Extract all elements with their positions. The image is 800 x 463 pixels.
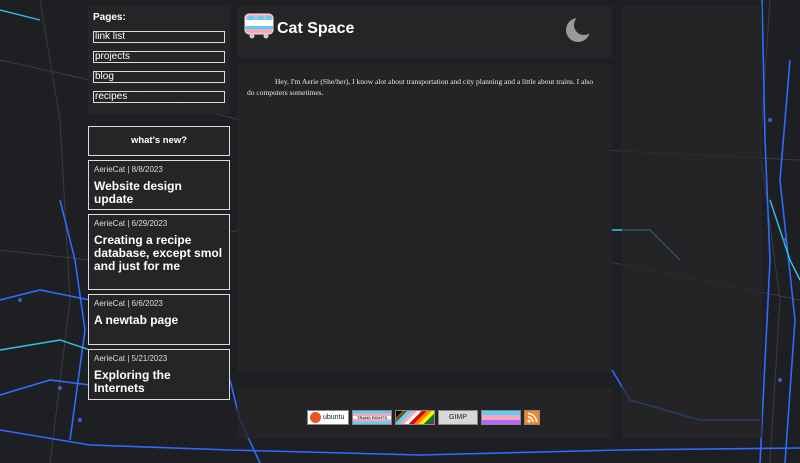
post-card[interactable]: AerieCat | 5/21/2023 Exploring the Inter…: [88, 349, 230, 400]
rss-icon[interactable]: [524, 410, 540, 425]
post-title[interactable]: Creating a recipe database, except smol …: [94, 234, 224, 273]
main-content: Cat Space Hey, I'm Aerie (She/her), I kn…: [237, 6, 612, 372]
post-meta: AerieCat | 6/6/2023: [94, 299, 163, 308]
post-meta: AerieCat | 8/8/2023: [94, 165, 163, 174]
nav-projects[interactable]: projects: [93, 51, 225, 63]
train-icon[interactable]: [243, 11, 275, 41]
badge-row: ubuntu TRANS RIGHTS NOW! GIMP: [307, 410, 540, 425]
post-title[interactable]: Website design update: [94, 180, 224, 206]
site-header: Cat Space: [237, 6, 612, 58]
site-footer: ubuntu TRANS RIGHTS NOW! GIMP: [237, 388, 612, 438]
rss-glyph: [527, 412, 537, 423]
post-meta: AerieCat | 6/29/2023: [94, 219, 168, 228]
intro-section: Hey, I'm Aerie (She/her), I know alot ab…: [237, 64, 612, 372]
pages-nav: Pages: link list projects blog recipes: [88, 6, 230, 114]
post-meta: AerieCat | 5/21/2023: [94, 354, 168, 363]
pride-badge[interactable]: [481, 410, 521, 425]
post-card[interactable]: AerieCat | 6/6/2023 A newtab page: [88, 294, 230, 345]
post-card[interactable]: AerieCat | 8/8/2023 Website design updat…: [88, 160, 230, 210]
post-card[interactable]: AerieCat | 6/29/2023 Creating a recipe d…: [88, 214, 230, 290]
post-title[interactable]: Exploring the Internets: [94, 369, 224, 395]
nav-recipes[interactable]: recipes: [93, 91, 225, 103]
ubuntu-badge-label: ubuntu: [323, 414, 345, 421]
site-title[interactable]: Cat Space: [277, 20, 354, 38]
pride-flag-badge[interactable]: [395, 410, 435, 425]
whats-new-heading: what's new?: [88, 126, 230, 156]
nav-blog[interactable]: blog: [93, 71, 225, 83]
ubuntu-badge[interactable]: ubuntu: [307, 410, 349, 425]
sidebar: Pages: link list projects blog recipes w…: [88, 6, 230, 400]
trans-rights-label: TRANS RIGHTS NOW!: [357, 415, 387, 420]
trans-rights-badge[interactable]: TRANS RIGHTS NOW!: [352, 410, 392, 425]
post-title[interactable]: A newtab page: [94, 314, 224, 327]
gimp-badge[interactable]: GIMP: [438, 410, 478, 425]
intro-text: Hey, I'm Aerie (She/her), I know alot ab…: [247, 77, 594, 97]
map-panel-right: [622, 6, 762, 438]
moon-icon[interactable]: [564, 16, 592, 44]
ubuntu-logo-icon: [310, 412, 321, 423]
gimp-badge-label: GIMP: [449, 414, 467, 421]
pages-heading: Pages:: [93, 12, 126, 23]
nav-link-list[interactable]: link list: [93, 31, 225, 43]
